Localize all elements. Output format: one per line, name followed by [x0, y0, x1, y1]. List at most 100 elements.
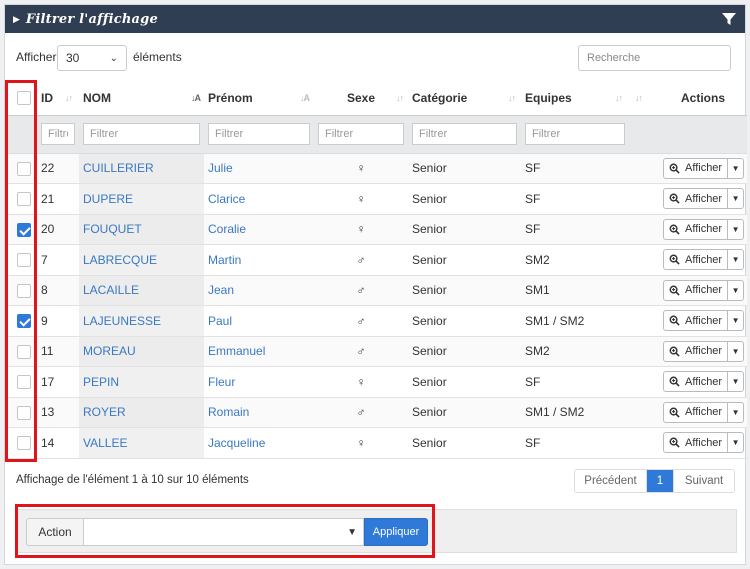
row-checkbox[interactable] [17, 375, 31, 390]
caret-down-icon[interactable]: ▼ [728, 342, 743, 361]
prev-page-button[interactable]: Précédent [575, 470, 647, 492]
zoom-in-icon [669, 346, 680, 357]
prenom-link[interactable]: Jean [208, 283, 234, 297]
row-checkbox[interactable] [17, 314, 31, 329]
view-button[interactable]: Afficher [664, 280, 729, 300]
female-icon: ♀ [314, 183, 408, 215]
view-button[interactable]: Afficher [664, 402, 729, 422]
row-checkbox[interactable] [17, 436, 31, 451]
nom-link[interactable]: LABRECQUE [83, 253, 157, 267]
caret-down-icon[interactable]: ▼ [728, 159, 743, 178]
page-button-current[interactable]: 1 [647, 470, 673, 492]
nom-link[interactable]: ROYER [83, 405, 126, 419]
caret-down-icon[interactable]: ▼ [728, 281, 743, 300]
cell-id: 8 [37, 275, 79, 306]
cell-id: 22 [37, 153, 79, 184]
col-id[interactable]: ID ↓↑ [37, 81, 79, 116]
col-categorie[interactable]: Catégorie ↓↑ [408, 81, 521, 116]
cell-id: 9 [37, 305, 79, 337]
filter-prenom-input[interactable] [208, 123, 310, 145]
view-button[interactable]: Afficher [664, 219, 729, 239]
sort-icon: ↓↑ [615, 93, 623, 103]
prenom-link[interactable]: Emmanuel [208, 344, 265, 358]
view-button[interactable]: Afficher [664, 341, 729, 361]
row-checkbox[interactable] [17, 161, 31, 176]
prenom-link[interactable]: Fleur [208, 375, 235, 389]
prenom-link[interactable]: Coralie [208, 222, 246, 236]
prenom-link[interactable]: Martin [208, 253, 241, 267]
bulk-action-select[interactable]: ▼ [83, 518, 364, 546]
filter-categorie-input[interactable] [412, 123, 517, 145]
prenom-link[interactable]: Romain [208, 405, 249, 419]
search-input[interactable] [578, 45, 731, 71]
row-action-group: Afficher ▼ [663, 218, 745, 240]
view-button[interactable]: Afficher [664, 158, 729, 178]
apply-button[interactable]: Appliquer [364, 518, 428, 546]
panel-header[interactable]: ▶ Filtrer l'affichage [5, 5, 745, 33]
row-checkbox[interactable] [17, 283, 31, 298]
view-button[interactable]: Afficher [664, 189, 729, 209]
caret-down-icon[interactable]: ▼ [728, 403, 743, 422]
table-row[interactable]: 22 CUILLERIER Julie ♀ Senior SF Afficher ▼ [5, 153, 747, 184]
male-icon: ♂ [314, 336, 408, 367]
nom-link[interactable]: LAJEUNESSE [83, 314, 161, 328]
col-sexe[interactable]: Sexe ↓↑ [314, 81, 408, 116]
row-action-group: Afficher ▼ [663, 310, 745, 332]
row-action-group: Afficher ▼ [663, 401, 745, 423]
nom-link[interactable]: FOUQUET [83, 222, 142, 236]
nom-link[interactable]: VALLEE [83, 436, 127, 450]
table-row[interactable]: 17 PEPIN Fleur ♀ Senior SF Afficher ▼ [5, 366, 747, 398]
table-row[interactable]: 7 LABRECQUE Martin ♂ Senior SM2 Afficher ▼ [5, 244, 747, 276]
nom-link[interactable]: DUPERE [83, 192, 133, 206]
cell-equipes: SF [521, 183, 659, 215]
table-row[interactable]: 21 DUPERE Clarice ♀ Senior SF Afficher ▼ [5, 183, 747, 215]
female-icon: ♀ [314, 427, 408, 459]
table-row[interactable]: 9 LAJEUNESSE Paul ♂ Senior SM1 / SM2 Afficher ▼ [5, 305, 747, 337]
filter-id-input[interactable] [41, 123, 75, 145]
row-checkbox[interactable] [17, 253, 31, 268]
select-all-checkbox[interactable] [17, 91, 31, 106]
col-nom[interactable]: NOM ↓A [79, 81, 204, 116]
nom-link[interactable]: PEPIN [83, 375, 119, 389]
nom-link[interactable]: MOREAU [83, 344, 136, 358]
prenom-link[interactable]: Julie [208, 161, 233, 175]
zoom-in-icon [669, 193, 680, 204]
view-button[interactable]: Afficher [664, 311, 729, 331]
filter-sexe-input[interactable] [318, 123, 404, 145]
view-button[interactable]: Afficher [664, 372, 729, 392]
caret-down-icon[interactable]: ▼ [728, 250, 743, 269]
caret-down-icon[interactable]: ▼ [728, 372, 743, 391]
prenom-link[interactable]: Jacqueline [208, 436, 265, 450]
col-prenom[interactable]: Prénom ↓A [204, 81, 314, 116]
length-prefix: Afficher [16, 50, 57, 64]
table-row[interactable]: 14 VALLEE Jacqueline ♀ Senior SF Afficher ▼ [5, 427, 747, 459]
filter-nom-input[interactable] [83, 123, 200, 145]
view-button[interactable]: Afficher [664, 433, 729, 453]
row-checkbox[interactable] [17, 192, 31, 207]
col-equipes[interactable]: Equipes ↓↑ ↓↑ [521, 81, 659, 116]
caret-down-icon[interactable]: ▼ [728, 189, 743, 208]
cell-categorie: Senior [408, 427, 521, 459]
row-checkbox[interactable] [17, 344, 31, 359]
filter-equipes-input[interactable] [525, 123, 625, 145]
row-checkbox[interactable] [17, 222, 31, 237]
nom-link[interactable]: LACAILLE [83, 283, 139, 297]
next-page-button[interactable]: Suivant [673, 470, 734, 492]
caret-down-icon[interactable]: ▼ [728, 220, 743, 239]
cell-id: 13 [37, 397, 79, 428]
table-row[interactable]: 8 LACAILLE Jean ♂ Senior SM1 Afficher ▼ [5, 275, 747, 306]
filter-icon[interactable] [721, 11, 737, 27]
table-row[interactable]: 20 FOUQUET Coralie ♀ Senior SF Afficher ▼ [5, 214, 747, 245]
caret-down-icon[interactable]: ▼ [728, 311, 743, 330]
prenom-link[interactable]: Paul [208, 314, 232, 328]
page-length-select[interactable]: 30 ⌄ [57, 45, 127, 71]
prenom-link[interactable]: Clarice [208, 192, 245, 206]
table-row[interactable]: 11 MOREAU Emmanuel ♂ Senior SM2 Afficher ▼ [5, 336, 747, 367]
nom-link[interactable]: CUILLERIER [83, 161, 154, 175]
row-checkbox[interactable] [17, 405, 31, 420]
table-row[interactable]: 13 ROYER Romain ♂ Senior SM1 / SM2 Afficher ▼ [5, 397, 747, 428]
caret-down-icon[interactable]: ▼ [728, 433, 743, 452]
select-all-header[interactable] [5, 81, 37, 116]
view-button[interactable]: Afficher [664, 250, 729, 270]
panel-title: Filtrer l'affichage [25, 11, 158, 27]
